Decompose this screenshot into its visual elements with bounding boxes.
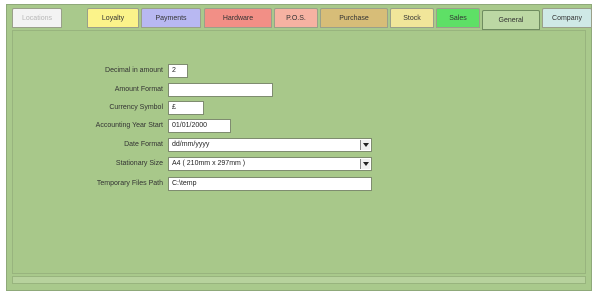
tab-pos[interactable]: P.O.S. [274, 8, 318, 28]
tab-general[interactable]: General [482, 10, 540, 30]
tab-company[interactable]: Company [542, 8, 592, 28]
tab-locations[interactable]: Locations [12, 8, 62, 28]
year-start-field[interactable]: 01/01/2000 [168, 119, 231, 133]
date-format-value: dd/mm/yyyy [172, 141, 210, 148]
currency-label: Currency Symbol [109, 104, 163, 111]
tab-sales[interactable]: Sales [436, 8, 480, 28]
chevron-down-icon[interactable] [360, 140, 370, 150]
date-format-select[interactable]: dd/mm/yyyy [168, 138, 372, 152]
decimal-label: Decimal in amount [105, 67, 163, 74]
year-start-label: Accounting Year Start [95, 122, 163, 129]
amount-format-field[interactable] [168, 83, 273, 97]
stationary-select[interactable]: A4 ( 210mm x 297mm ) [168, 157, 372, 171]
tab-loyalty[interactable]: Loyalty [87, 8, 139, 28]
date-format-label: Date Format [124, 141, 163, 148]
currency-field[interactable]: £ [168, 101, 204, 115]
chevron-down-icon[interactable] [360, 159, 370, 169]
stationary-label: Stationary Size [115, 160, 163, 167]
tab-stock[interactable]: Stock [390, 8, 434, 28]
decimal-field[interactable]: 2 [168, 64, 188, 78]
amount-format-label: Amount Format [114, 86, 163, 93]
stationary-value: A4 ( 210mm x 297mm ) [172, 160, 246, 167]
panel-footer [12, 276, 586, 284]
temp-path-label: Temporary Files Path [96, 180, 163, 187]
temp-path-field[interactable]: C:\temp [168, 177, 372, 191]
tab-payments[interactable]: Payments [141, 8, 201, 28]
tab-hardware[interactable]: Hardware [204, 8, 272, 28]
tab-purchase[interactable]: Purchase [320, 8, 388, 28]
